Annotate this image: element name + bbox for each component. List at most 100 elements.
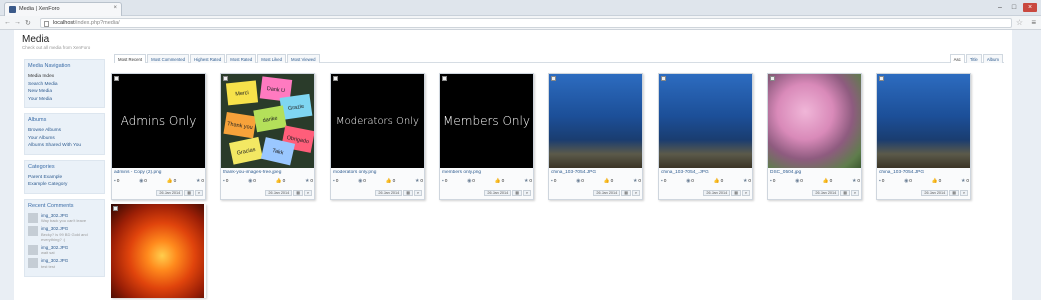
select-checkbox[interactable] — [879, 76, 884, 81]
minimize-icon[interactable]: – — [995, 3, 1005, 12]
media-thumbnail[interactable]: Admins Only — [112, 74, 205, 168]
select-checkbox[interactable] — [113, 206, 118, 211]
maximize-icon[interactable]: □ — [1009, 3, 1019, 12]
media-card[interactable]: china_103-7054.JPG ▪0 ◉0 👍0 ★0 26 Jan 2014 ▦ ⌕ — [548, 73, 643, 200]
sidebar-item-browse-albums[interactable]: Browse Albums — [28, 127, 101, 135]
tab-most-liked[interactable]: Most Liked — [257, 54, 287, 63]
sidebar-item-your-albums[interactable]: Your Albums — [28, 135, 101, 143]
sidebar-item-example-category[interactable]: Example Category — [28, 181, 101, 189]
media-card[interactable]: Merci Dank U Grazie Thank you danke Obrigado G… — [220, 73, 315, 200]
recent-comments-title: Recent Comments — [28, 202, 74, 209]
media-filename[interactable]: thank-you-images-free.jpeg — [223, 170, 313, 175]
album-icon[interactable]: ▦ — [949, 190, 959, 196]
tab-highest-rated[interactable]: Highest Rated — [190, 54, 226, 63]
media-card[interactable]: Members Only members only.png ▪0 ◉0 👍0 ★0 26 J… — [439, 73, 534, 200]
comment-item[interactable]: img_302.JPG test test — [28, 258, 101, 269]
album-icon[interactable]: ▦ — [512, 190, 522, 196]
sidebar-item-search-media[interactable]: Search Media — [28, 81, 101, 89]
tab-most-recent[interactable]: Most Recent — [114, 54, 147, 63]
comment-item[interactable]: img_302.JPG wait sat — [28, 244, 101, 255]
comment-item[interactable]: img_302.JPG Way back you can't leave — [28, 212, 101, 223]
close-window-icon[interactable]: × — [1023, 3, 1037, 12]
media-thumbnail[interactable] — [659, 74, 752, 168]
zoom-icon[interactable]: ⌕ — [303, 190, 312, 196]
browser-tab[interactable]: Media | XenForo × — [4, 2, 122, 16]
comment-item[interactable]: img_302.JPG Becky? is 99 BD Gold and ever… — [28, 226, 101, 242]
media-thumbnail[interactable] — [111, 204, 204, 298]
zoom-icon[interactable]: ⌕ — [194, 190, 203, 196]
media-card[interactable] — [111, 204, 206, 298]
tab-most-rated[interactable]: Most Rated — [226, 54, 257, 63]
select-checkbox[interactable] — [551, 76, 556, 81]
comment-thumbnail — [28, 212, 38, 223]
back-icon[interactable]: ← — [4, 19, 11, 26]
likes-icon: 👍 — [603, 179, 610, 184]
album-icon[interactable]: ▦ — [184, 190, 194, 196]
media-stats: ▪0 ◉0 👍0 ★0 — [879, 179, 969, 184]
tab-album[interactable]: Album — [982, 54, 1003, 63]
media-thumbnail[interactable] — [877, 74, 970, 168]
select-checkbox[interactable] — [661, 76, 666, 81]
tab-asc[interactable]: Asc — [949, 54, 965, 63]
media-card[interactable]: china_103-7054_.JPG ▪0 ◉0 👍0 ★0 26 Jan 2014 ▦ ⌕ — [658, 73, 753, 200]
media-thumbnail[interactable]: Moderators Only — [331, 74, 424, 168]
media-card[interactable]: Moderators Only moderators only.png ▪0 ◉0 👍0… — [330, 73, 425, 200]
zoom-icon[interactable]: ⌕ — [741, 190, 750, 196]
media-filename[interactable]: moderators only.png — [333, 170, 423, 175]
comment-count: ▪0 — [114, 179, 120, 184]
media-filename[interactable]: china_103-7054_.JPG — [661, 170, 751, 175]
album-icon[interactable]: ▦ — [403, 190, 413, 196]
media-thumbnail[interactable]: Members Only — [440, 74, 533, 168]
album-icon[interactable]: ▦ — [293, 190, 303, 196]
media-filename[interactable]: DSC_0504.jpg — [770, 170, 860, 175]
zoom-icon[interactable]: ⌕ — [413, 190, 422, 196]
thumbnail-overlay-text: Admins Only — [120, 114, 197, 128]
album-icon[interactable]: ▦ — [840, 190, 850, 196]
browser-tabstrip: Media | XenForo × – □ × — [0, 0, 1041, 16]
media-filename[interactable]: members only.png — [442, 170, 532, 175]
sidebar-item-parent-example[interactable]: Parent Example — [28, 174, 101, 182]
sidebar-item-new-media[interactable]: New Media — [28, 88, 101, 96]
window-controls: – □ × — [995, 3, 1037, 12]
select-checkbox[interactable] — [223, 76, 228, 81]
zoom-icon[interactable]: ⌕ — [631, 190, 640, 196]
rating-count: ★0 — [852, 179, 860, 184]
album-icon[interactable]: ▦ — [621, 190, 631, 196]
media-filename[interactable]: china_103-7054.JPG — [551, 170, 641, 175]
forward-icon[interactable]: → — [14, 19, 21, 26]
media-thumbnail[interactable] — [768, 74, 861, 168]
close-tab-icon[interactable]: × — [113, 5, 117, 11]
comment-icon: ▪ — [114, 179, 116, 184]
bookmark-star-icon[interactable]: ☆ — [1016, 18, 1023, 27]
tab-title: Media | XenForo — [19, 6, 60, 12]
tab-most-viewed[interactable]: Most Viewed — [287, 54, 320, 63]
sidebar-item-shared-albums[interactable]: Albums Shared With You — [28, 142, 101, 150]
rating-count: ★0 — [743, 179, 751, 184]
comment-icon: ▪ — [223, 179, 225, 184]
media-filename[interactable]: admins - Copy (2).png — [114, 170, 204, 175]
menu-icon[interactable]: ≡ — [1031, 18, 1036, 27]
media-filename[interactable]: china_103-7054.JPG — [879, 170, 969, 175]
media-thumbnail[interactable] — [549, 74, 642, 168]
album-icon[interactable]: ▦ — [731, 190, 741, 196]
rating-icon: ★ — [305, 179, 310, 184]
media-thumbnail[interactable]: Merci Dank U Grazie Thank you danke Obrigado G… — [221, 74, 314, 168]
media-meta: 26 Jan 2014 ▦ ⌕ — [812, 190, 859, 196]
tab-most-commented[interactable]: Most Commented — [147, 54, 190, 63]
select-checkbox[interactable] — [770, 76, 775, 81]
likes-icon: 👍 — [713, 179, 720, 184]
likes-count: 👍0 — [166, 179, 177, 184]
url-field[interactable]: localhost/index.php?media/ — [40, 18, 1012, 28]
media-card[interactable]: china_103-7054.JPG ▪0 ◉0 👍0 ★0 26 Jan 2014 ▦ ⌕ — [876, 73, 971, 200]
sidebar-item-your-media[interactable]: Your Media — [28, 96, 101, 104]
tab-title[interactable]: Title — [965, 54, 982, 63]
rating-count: ★0 — [524, 179, 532, 184]
media-card[interactable]: Admins Only admins - Copy (2).png ▪0 ◉0 👍0 ★0… — [111, 73, 206, 200]
zoom-icon[interactable]: ⌕ — [522, 190, 531, 196]
zoom-icon[interactable]: ⌕ — [959, 190, 968, 196]
reload-icon[interactable]: ↻ — [25, 19, 31, 27]
sidebar-item-media-index[interactable]: Media Index — [28, 73, 101, 81]
media-card[interactable]: DSC_0504.jpg ▪0 ◉0 👍0 ★0 26 Jan 2014 ▦ ⌕ — [767, 73, 862, 200]
zoom-icon[interactable]: ⌕ — [850, 190, 859, 196]
media-meta: 26 Jan 2014 ▦ ⌕ — [265, 190, 312, 196]
